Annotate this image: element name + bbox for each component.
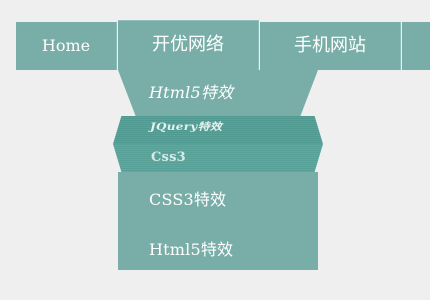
- dropdown-menu-item-css3[interactable]: Css3: [113, 144, 323, 172]
- dropdown-item-label: JQuery特效: [150, 120, 223, 133]
- nav-overflow-segment: [402, 22, 430, 70]
- top-navigation: Home 开优网络 手机网站 Html5特效 JQuery特效 Css3 CSS…: [0, 0, 430, 300]
- dropdown-item-label: Css3: [151, 150, 186, 165]
- dropdown-menu-item-html5-effects-top[interactable]: Html5特效: [118, 70, 318, 117]
- dropdown-menu-item-css3-effects[interactable]: CSS3特效: [149, 186, 226, 210]
- dropdown-menu-item-html5-effects-bottom[interactable]: Html5特效: [149, 236, 233, 260]
- nav-item-home[interactable]: Home: [16, 22, 117, 70]
- nav-item-kaiyou[interactable]: 开优网络: [118, 20, 259, 70]
- dropdown-menu-lower-panel: CSS3特效 Html5特效: [118, 172, 318, 270]
- nav-item-mobile-site[interactable]: 手机网站: [260, 22, 401, 70]
- dropdown-item-label: Html5特效: [149, 83, 234, 102]
- dropdown-fold-animation: JQuery特效 Css3: [113, 116, 323, 172]
- dropdown-menu-item-jquery-effects[interactable]: JQuery特效: [113, 116, 323, 144]
